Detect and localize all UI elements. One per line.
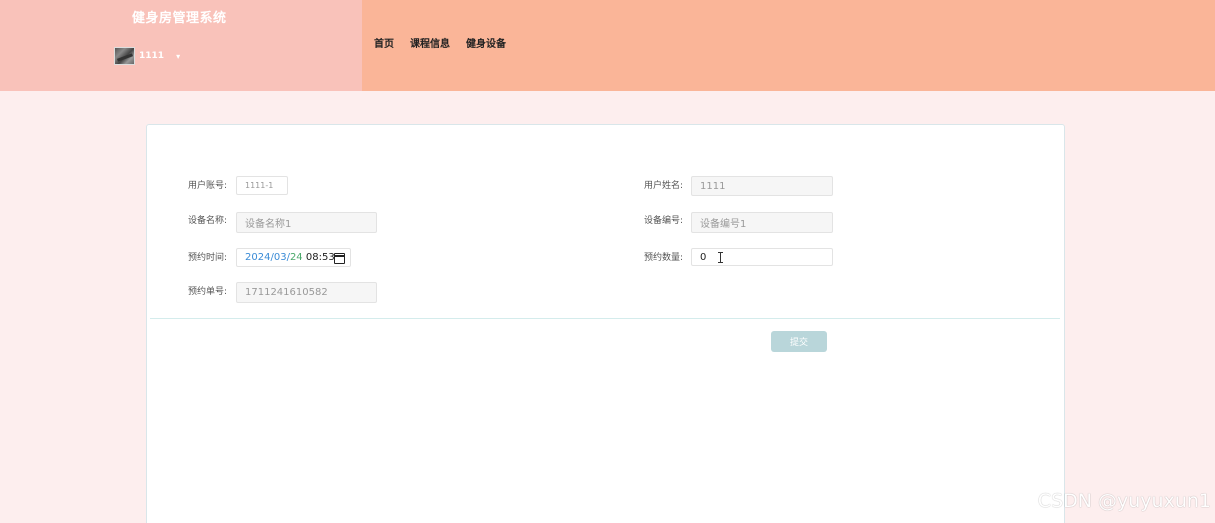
nav-item-equipment[interactable]: 健身设备 — [466, 35, 506, 50]
user-name-label: 用户姓名: — [644, 181, 684, 191]
device-code-label: 设备编号: — [644, 216, 684, 226]
device-code-field[interactable]: 设备编号1 — [691, 212, 833, 233]
nav-item-courses[interactable]: 课程信息 — [410, 35, 450, 50]
device-name-label: 设备名称: — [188, 216, 228, 226]
text-cursor-icon — [718, 252, 723, 263]
user-name-field[interactable]: 1111 — [691, 176, 833, 196]
booking-month[interactable]: 03 — [274, 252, 287, 263]
form-divider — [150, 318, 1060, 319]
chevron-down-icon[interactable]: ▾ — [176, 52, 180, 61]
app-title: 健身房管理系统 — [132, 11, 227, 26]
watermark: CSDN @yuyuxun1 — [1037, 490, 1211, 512]
device-name-field[interactable]: 设备名称1 — [236, 212, 377, 233]
booking-qty-label: 预约数量: — [644, 253, 684, 263]
avatar[interactable] — [114, 47, 135, 65]
user-account-field[interactable]: 1111-1 — [236, 176, 288, 195]
booking-no-label: 预约单号: — [188, 287, 228, 297]
nav-item-home[interactable]: 首页 — [374, 35, 394, 50]
user-account-label: 用户账号: — [188, 181, 228, 191]
booking-clock[interactable]: 08:53 — [306, 252, 335, 263]
booking-time-field[interactable]: 2024/03/24 08:53 — [236, 248, 351, 267]
booking-time-label: 预约时间: — [188, 253, 228, 263]
booking-qty-field[interactable]: 0 — [691, 248, 833, 266]
booking-no-field[interactable]: 1711241610582 — [236, 282, 377, 303]
submit-button[interactable]: 提交 — [771, 331, 827, 352]
top-header: 健身房管理系统 1111 ▾ 首页 课程信息 健身设备 — [0, 0, 1215, 91]
calendar-icon[interactable] — [334, 253, 345, 264]
booking-day[interactable]: 24 — [290, 252, 303, 263]
booking-year[interactable]: 2024 — [245, 252, 270, 263]
main-nav: 首页 课程信息 健身设备 — [374, 35, 506, 50]
username[interactable]: 1111 — [139, 51, 164, 61]
user-menu[interactable]: 1111 ▾ — [114, 46, 180, 66]
